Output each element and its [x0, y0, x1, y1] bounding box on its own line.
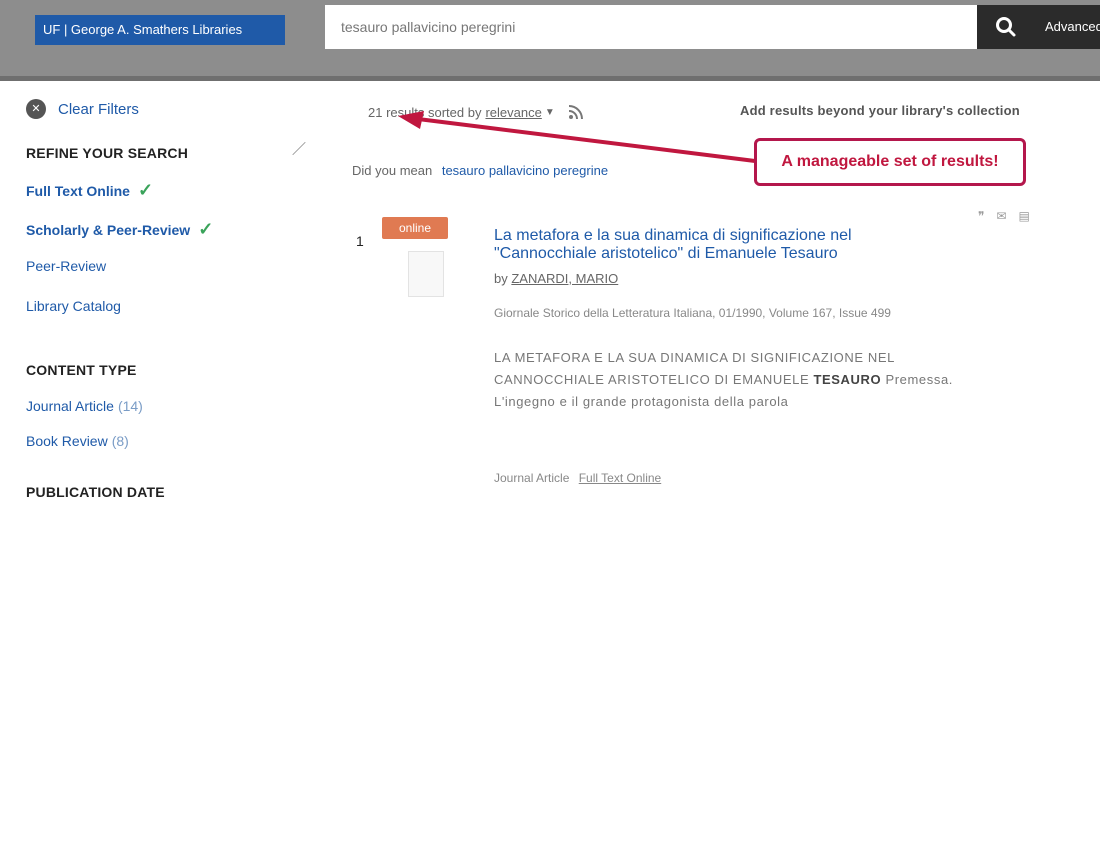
search-button[interactable] — [977, 5, 1035, 49]
edit-icon[interactable]: ／ — [292, 139, 306, 159]
folder-icon[interactable]: ▤ — [1019, 209, 1030, 223]
annotation-callout: A manageable set of results! — [754, 138, 1026, 186]
facet-journal-article[interactable]: Journal Article (14) — [26, 398, 143, 414]
author-prefix: by — [494, 271, 508, 286]
facet-full-text-online[interactable]: Full Text Online ✓ — [26, 180, 153, 201]
facet-label: Journal Article — [26, 398, 114, 414]
facet-count: (14) — [117, 398, 143, 414]
close-circle-icon: ✕ — [26, 99, 46, 119]
clear-filters-label: Clear Filters — [58, 100, 139, 118]
result-author: by ZANARDI, MARIO — [494, 271, 618, 286]
clear-filters-button[interactable]: ✕ Clear Filters — [26, 99, 139, 119]
snippet-highlight: TESAURO — [813, 372, 882, 387]
checkmark-icon: ✓ — [137, 180, 154, 200]
advanced-search-link[interactable]: Advanced — [1035, 5, 1100, 49]
facet-peer-review[interactable]: Peer-Review — [26, 258, 106, 274]
result-title-link[interactable]: La metafora e la sua dinamica di signifi… — [494, 227, 954, 263]
facet-library-catalog[interactable]: Library Catalog — [26, 298, 121, 314]
header: UF | George A. Smathers Libraries Advanc… — [0, 0, 1100, 81]
quote-icon[interactable]: ❞ — [978, 209, 984, 223]
facet-book-review[interactable]: Book Review (8) — [26, 433, 129, 449]
email-icon[interactable]: ✉ — [996, 209, 1006, 223]
online-badge: online — [382, 217, 448, 239]
facet-label: Library Catalog — [26, 298, 121, 314]
document-thumbnail-icon[interactable] — [408, 251, 444, 297]
result-snippet: LA METAFORA E LA SUA DINAMICA DI SIGNIFI… — [494, 347, 954, 413]
facet-label: Peer-Review — [26, 258, 107, 274]
refine-heading: REFINE YOUR SEARCH — [26, 145, 189, 161]
facet-label: Full Text Online — [26, 182, 130, 199]
author-link[interactable]: ZANARDI, MARIO — [511, 271, 618, 286]
results-panel: 21 results sorted by relevance ▼ Add res… — [330, 81, 1100, 855]
result-source: Giornale Storico della Letteratura Itali… — [494, 306, 891, 320]
search-input[interactable] — [325, 5, 977, 49]
annotation-arrow — [398, 111, 756, 163]
sidebar: ✕ Clear Filters REFINE YOUR SEARCH ／ Ful… — [0, 81, 330, 855]
facet-label: Book Review — [26, 433, 108, 449]
content-type-heading: CONTENT TYPE — [26, 362, 137, 378]
full-text-online-link[interactable]: Full Text Online — [579, 471, 661, 485]
facet-count: (8) — [111, 433, 129, 449]
result-actions: ❞ ✉ ▤ — [978, 209, 1030, 223]
add-results-beyond-link[interactable]: Add results beyond your library's collec… — [740, 103, 1020, 118]
publication-date-heading[interactable]: PUBLICATION DATE — [26, 484, 165, 500]
facet-scholarly-peer-review[interactable]: Scholarly & Peer-Review ✓ — [26, 219, 213, 240]
search-icon — [996, 17, 1016, 37]
content-type-label: Journal Article — [494, 471, 570, 485]
library-logo[interactable]: UF | George A. Smathers Libraries — [35, 15, 285, 45]
result-number: 1 — [356, 233, 364, 249]
result-type: Journal Article Full Text Online — [494, 471, 661, 485]
facet-label: Scholarly & Peer-Review — [26, 221, 191, 238]
checkmark-icon: ✓ — [198, 219, 214, 239]
